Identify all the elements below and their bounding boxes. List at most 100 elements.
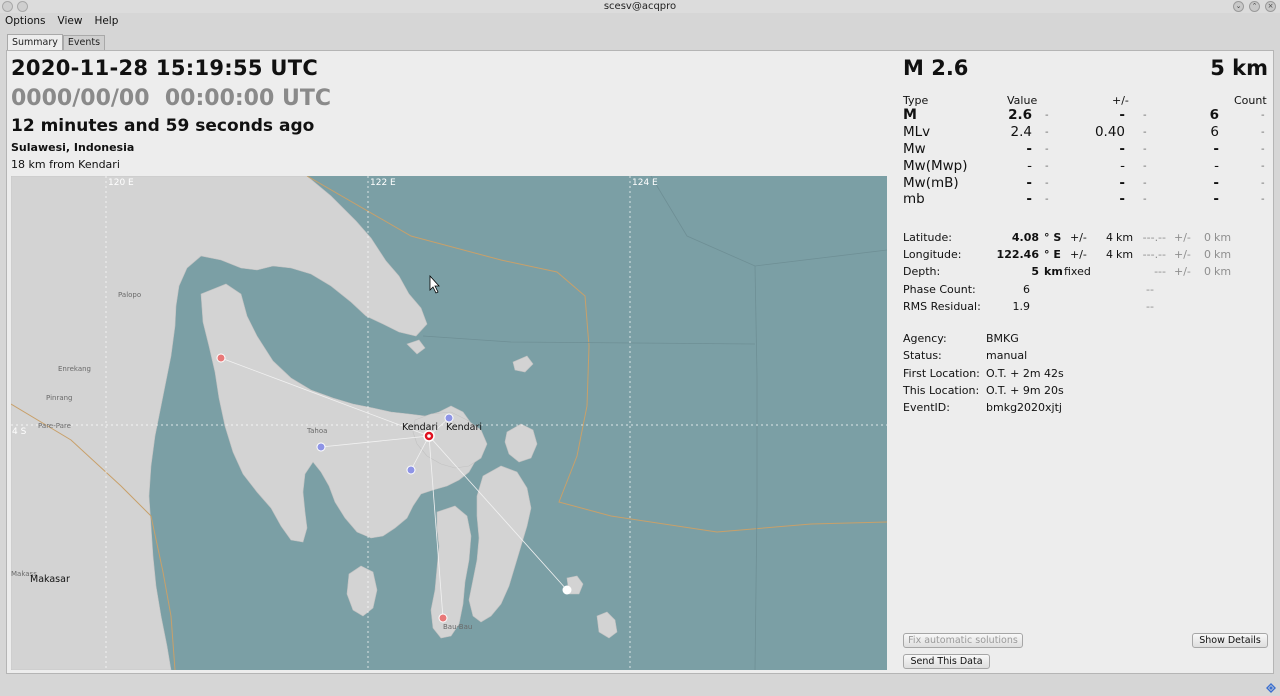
mag-dash: - — [1143, 161, 1147, 172]
mag-row-mwp: Mw(Mwp) - - - - - - — [903, 158, 1269, 175]
mag-count: - — [1213, 191, 1219, 207]
depth-fixed: fixed — [1064, 265, 1091, 278]
mag-dash: - — [1143, 110, 1147, 121]
longitude-ref-unit: km — [1214, 248, 1232, 261]
longitude-ref-uncertainty: 0 — [1204, 248, 1211, 261]
place-kendari-alt: Kendari — [446, 422, 482, 433]
tab-bar: Summary Events — [7, 34, 106, 50]
mag-count: - — [1213, 175, 1219, 191]
mag-value: - — [1027, 158, 1032, 174]
map-canvas[interactable]: 120 E 122 E 124 E 4 S Palopo Enrekang Pi… — [11, 176, 887, 670]
mag-dash: - — [1261, 127, 1265, 138]
place-makassar: Makasar — [30, 574, 70, 585]
connection-status-icon — [1266, 683, 1276, 693]
mag-value: - — [1026, 175, 1032, 191]
mag-row-mlv: MLv 2.4 - 0.40 - 6 - — [903, 124, 1269, 141]
origin-rms: RMS Residual: 1.9 -- — [903, 298, 1269, 315]
grid-label-lon122: 122 E — [370, 178, 396, 188]
depth-ref-value: --- — [1154, 265, 1166, 278]
first-location-value: O.T. + 2m 42s — [986, 367, 1064, 380]
tab-summary[interactable]: Summary — [7, 34, 63, 50]
grid-label-lon124: 124 E — [632, 178, 658, 188]
mag-dash: - — [1261, 110, 1265, 121]
menu-help[interactable]: Help — [94, 13, 118, 30]
event-id-value: bmkg2020xjtj — [986, 401, 1062, 414]
longitude-value: 122.46 — [996, 248, 1039, 261]
depth-ref-uncertainty: 0 — [1204, 265, 1211, 278]
mouse-cursor-icon — [429, 274, 440, 294]
mag-value: - — [1026, 141, 1032, 157]
mag-value: 2.4 — [1010, 124, 1032, 140]
mag-header-uncertainty: +/- — [1112, 94, 1129, 107]
fix-automatic-solutions-button[interactable]: Fix automatic solutions — [903, 633, 1023, 648]
origin-phase-count: Phase Count: 6 -- — [903, 281, 1269, 298]
mag-row-mw: Mw - - - - - - — [903, 141, 1269, 158]
mag-dash: - — [1143, 194, 1147, 205]
rms-label: RMS Residual: — [903, 300, 981, 313]
mag-row-mwmb: Mw(mB) - - - - - - — [903, 175, 1269, 192]
mag-dash: - — [1143, 127, 1147, 138]
mag-dash: - — [1045, 178, 1049, 189]
mag-dash: - — [1045, 161, 1049, 172]
secondary-time: 0000/00/00 00:00:00 UTC — [11, 86, 331, 111]
close-icon[interactable]: × — [1265, 1, 1276, 12]
window-titlebar: scesv@acqpro ⌄ ⌃ × — [0, 0, 1280, 13]
mag-type: MLv — [903, 124, 931, 140]
maximize-icon[interactable]: ⌃ — [1249, 1, 1260, 12]
longitude-unit: ° E — [1044, 248, 1061, 261]
depth-value: 5 — [1031, 265, 1039, 278]
depth-ref-unit: km — [1214, 265, 1232, 278]
phase-count-ref: -- — [1146, 283, 1154, 296]
region-name: Sulawesi, Indonesia — [11, 141, 135, 154]
phase-count-label: Phase Count: — [903, 283, 976, 296]
menu-view[interactable]: View — [58, 13, 83, 30]
window-right-controls: ⌄ ⌃ × — [1233, 1, 1276, 12]
mag-dash: - — [1045, 144, 1049, 155]
place-palopo: Palopo — [118, 291, 141, 299]
mag-uncertainty: - — [1119, 191, 1125, 207]
status-bar — [0, 680, 1280, 696]
menu-options[interactable]: Options — [5, 13, 46, 30]
mag-dash: - — [1143, 178, 1147, 189]
latitude-pm: +/- — [1070, 231, 1087, 244]
first-location-label: First Location: — [903, 367, 980, 380]
this-location-label: This Location: — [903, 384, 980, 397]
station-marker — [444, 413, 454, 423]
status-label: Status: — [903, 349, 942, 362]
mag-type: Mw(Mwp) — [903, 158, 968, 174]
longitude-ref-pm: +/- — [1174, 248, 1191, 261]
send-this-data-button[interactable]: Send This Data — [903, 654, 990, 669]
show-details-button[interactable]: Show Details — [1192, 633, 1268, 648]
mag-count: 6 — [1209, 107, 1219, 123]
event-id-label: EventID: — [903, 401, 950, 414]
tab-events[interactable]: Events — [62, 35, 106, 50]
grid-label-lon120: 120 E — [108, 178, 134, 188]
phase-count-value: 6 — [1023, 283, 1030, 296]
time-ago: 12 minutes and 59 seconds ago — [11, 116, 315, 136]
info-event-id: EventID: bmkg2020xjtj — [903, 399, 1269, 416]
mag-count: 6 — [1210, 124, 1219, 140]
info-agency: Agency: BMKG — [903, 330, 1269, 347]
menu-bar: Options View Help — [0, 13, 1280, 30]
origin-latitude: Latitude: 4.08 ° S +/- 4 km ---.-- +/- 0… — [903, 229, 1269, 246]
depth-label: Depth: — [903, 265, 941, 278]
nearest-city: 18 km from Kendari — [11, 158, 120, 171]
latitude-label: Latitude: — [903, 231, 952, 244]
minimize-icon[interactable]: ⌄ — [1233, 1, 1244, 12]
latitude-unit: ° S — [1044, 231, 1062, 244]
longitude-pm: +/- — [1070, 248, 1087, 261]
mag-dash: - — [1261, 194, 1265, 205]
depth-headline: 5 km — [1210, 56, 1268, 80]
latitude-ref-uncertainty: 0 — [1204, 231, 1211, 244]
station-marker — [316, 442, 326, 452]
longitude-uncertainty: 4 — [1106, 248, 1113, 261]
mag-uncertainty: - — [1119, 107, 1125, 123]
mag-row-mb: mb - - - - - - — [903, 191, 1269, 208]
origin-time: 2020-11-28 15:19:55 UTC — [11, 56, 319, 80]
mag-type: M — [903, 107, 917, 123]
mag-header-value: Value — [1007, 94, 1038, 107]
info-status: Status: manual — [903, 347, 1269, 364]
place-kendari: Kendari — [402, 422, 438, 433]
mag-uncertainty: - — [1120, 158, 1125, 174]
mag-count: - — [1213, 141, 1219, 157]
